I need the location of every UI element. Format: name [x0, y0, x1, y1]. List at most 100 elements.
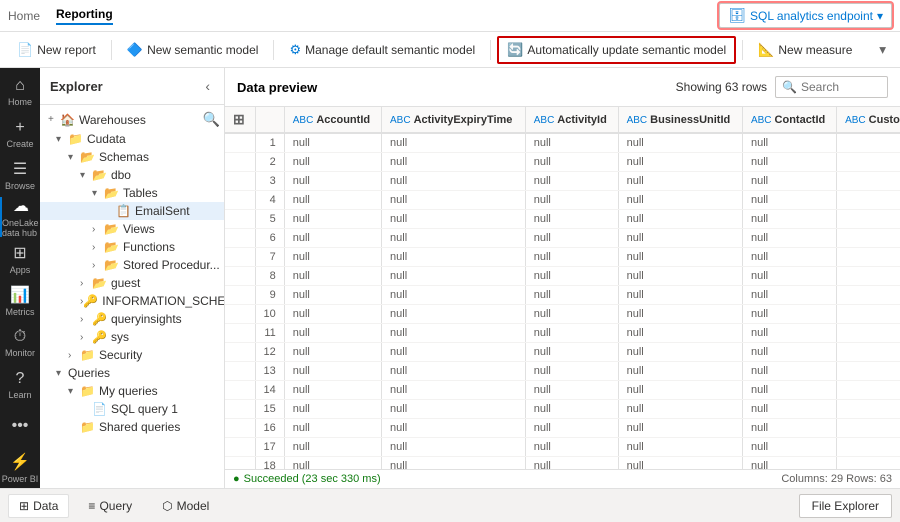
- tab-query[interactable]: ≡ Query: [77, 494, 143, 518]
- row-contactid: null: [742, 400, 836, 419]
- report-icon: 📄: [17, 42, 33, 58]
- row-businessunitid: null: [618, 133, 742, 153]
- tree-stored-procedures[interactable]: › 📂 Stored Procedur...: [40, 256, 224, 274]
- row-contactid: null: [742, 381, 836, 400]
- row-activityid: null: [525, 286, 618, 305]
- shared-queries-label: Shared queries: [99, 420, 180, 434]
- row-activityid: null: [525, 133, 618, 153]
- row-businessunitid: null: [618, 457, 742, 470]
- row-contactid: null: [742, 286, 836, 305]
- tree-sys[interactable]: › 🔑 sys: [40, 328, 224, 346]
- sidebar-item-learn[interactable]: ? Learn: [0, 365, 40, 405]
- reporting-tab[interactable]: Reporting: [56, 7, 113, 25]
- sidebar-item-browse[interactable]: ☰ Browse: [0, 156, 40, 196]
- row-number: 14: [255, 381, 284, 400]
- row-activityexpiry: null: [382, 305, 526, 324]
- row-activityexpiry: null: [382, 267, 526, 286]
- row-activityid: null: [525, 438, 618, 457]
- row-contactid: null: [742, 457, 836, 470]
- tree-schemas[interactable]: ▾ 📂 Schemas: [40, 148, 224, 166]
- tree-sql-query-1[interactable]: 📄 SQL query 1: [40, 400, 224, 418]
- tree-views[interactable]: › 📂 Views: [40, 220, 224, 238]
- sidebar-item-apps[interactable]: ⊞ Apps: [0, 239, 40, 279]
- toolbar-more-button[interactable]: ▾: [873, 38, 892, 62]
- tree-dbo[interactable]: ▾ 📂 dbo: [40, 166, 224, 184]
- guest-label: guest: [111, 276, 140, 290]
- sql-endpoint-button[interactable]: 🗄 SQL analytics endpoint ▾: [719, 3, 892, 28]
- tree-information-schema[interactable]: › 🔑 INFORMATION_SCHE...: [40, 292, 224, 310]
- explorer-header: Explorer ‹: [40, 68, 224, 105]
- auto-update-button[interactable]: 🔄 Automatically update semantic model: [497, 36, 736, 64]
- row-number: 12: [255, 343, 284, 362]
- row-grid-cell: [225, 153, 255, 172]
- chevron-down-icon: ▾: [877, 9, 883, 23]
- tree-guest[interactable]: › 📂 guest: [40, 274, 224, 292]
- row-contactid: null: [742, 343, 836, 362]
- row-number: 3: [255, 172, 284, 191]
- chevron-icon: ›: [92, 260, 104, 271]
- row-activityid: null: [525, 400, 618, 419]
- tab-model[interactable]: ⬡ Model: [151, 494, 220, 518]
- collapse-explorer-button[interactable]: ‹: [201, 76, 214, 96]
- col-activityid[interactable]: ABCActivityId: [525, 107, 618, 133]
- sql-endpoint-label: SQL analytics endpoint: [750, 9, 873, 23]
- tree-queries[interactable]: ▾ Queries: [40, 364, 224, 382]
- tab-data[interactable]: ⊞ Data: [8, 494, 69, 518]
- sidebar-item-create[interactable]: + Create: [0, 114, 40, 154]
- row-customerjourneyid: [837, 229, 900, 248]
- chevron-icon: ▾: [56, 368, 68, 379]
- row-accountid: null: [284, 133, 381, 153]
- add-warehouse-icon[interactable]: 🔍: [203, 111, 220, 128]
- row-accountid: null: [284, 324, 381, 343]
- col-businessunitid[interactable]: ABCBusinessUnitId: [618, 107, 742, 133]
- warehouse-icon: 🏠: [60, 113, 75, 127]
- row-customerjourneyid: [837, 400, 900, 419]
- search-input[interactable]: [801, 80, 881, 94]
- chevron-icon: ▾: [80, 170, 92, 181]
- tree-my-queries[interactable]: ▾ 📁 My queries: [40, 382, 224, 400]
- row-contactid: null: [742, 210, 836, 229]
- chevron-icon: +: [48, 114, 60, 125]
- main-layout: ⌂ Home + Create ☰ Browse ☁ OneLake data …: [0, 68, 900, 488]
- data-table-container[interactable]: ⊞ ABCAccountId ABCActivityExpiryTime ABC…: [225, 107, 900, 469]
- row-customerjourneyid: [837, 191, 900, 210]
- new-measure-label: New measure: [778, 43, 852, 57]
- sidebar-item-home[interactable]: ⌂ Home: [0, 72, 40, 112]
- top-bar: Home Reporting 🗄 SQL analytics endpoint …: [0, 0, 900, 32]
- sidebar-item-powerbi[interactable]: ⚡ Power BI: [0, 448, 40, 488]
- sidebar-item-metrics[interactable]: 📊 Metrics: [0, 281, 40, 321]
- col-accountid[interactable]: ABCAccountId: [284, 107, 381, 133]
- tree-queryinsights[interactable]: › 🔑 queryinsights: [40, 310, 224, 328]
- row-activityexpiry: null: [382, 172, 526, 191]
- tree-tables[interactable]: ▾ 📂 Tables: [40, 184, 224, 202]
- tree-functions[interactable]: › 📂 Functions: [40, 238, 224, 256]
- row-number: 2: [255, 153, 284, 172]
- metrics-icon: 📊: [10, 285, 30, 305]
- tree-shared-queries[interactable]: 📁 Shared queries: [40, 418, 224, 436]
- tab-model-label: Model: [177, 499, 210, 513]
- tree-security[interactable]: › 📁 Security: [40, 346, 224, 364]
- col-contactid[interactable]: ABCContactId: [742, 107, 836, 133]
- row-customerjourneyid: [837, 133, 900, 153]
- sidebar-item-monitor[interactable]: ⏱ Monitor: [0, 323, 40, 363]
- tree-emailsent[interactable]: 📋 EmailSent: [40, 202, 224, 220]
- manage-semantic-button[interactable]: ⚙ Manage default semantic model: [280, 37, 484, 63]
- row-activityid: null: [525, 229, 618, 248]
- sql-query-icon: 📄: [92, 402, 107, 416]
- table-row: 17 null null null null null null: [225, 438, 900, 457]
- sidebar-item-datalake[interactable]: ☁ OneLake data hub: [0, 197, 40, 237]
- new-measure-button[interactable]: 📐 New measure: [749, 37, 861, 63]
- row-accountid: null: [284, 172, 381, 191]
- new-semantic-model-button[interactable]: 🔷 New semantic model: [118, 37, 268, 63]
- tree-warehouses[interactable]: + 🏠 Warehouses 🔍: [40, 109, 224, 130]
- tree-cudata[interactable]: ▾ 📁 Cudata: [40, 130, 224, 148]
- auto-update-label: Automatically update semantic model: [527, 43, 726, 57]
- col-activityexpiry[interactable]: ABCActivityExpiryTime: [382, 107, 526, 133]
- datalake-icon: ☁: [13, 196, 29, 216]
- row-number: 9: [255, 286, 284, 305]
- sidebar-item-more[interactable]: •••: [0, 406, 40, 446]
- col-customerjourneyid[interactable]: ABCCustomerJourneyId: [837, 107, 900, 133]
- file-explorer-button[interactable]: File Explorer: [799, 494, 892, 518]
- new-report-button[interactable]: 📄 New report: [8, 37, 105, 63]
- home-tab[interactable]: Home: [8, 9, 40, 23]
